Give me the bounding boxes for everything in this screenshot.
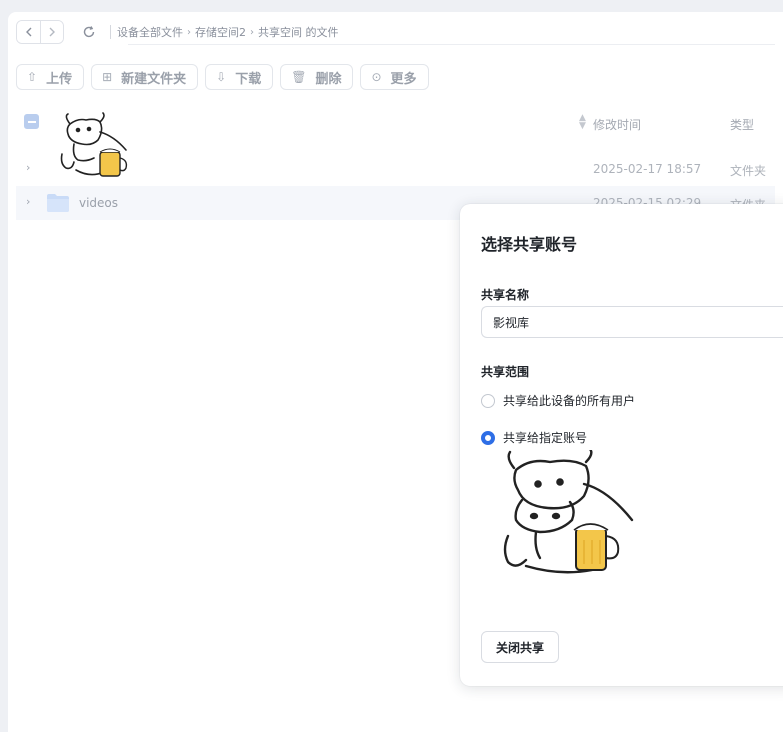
more-icon: ⊙ (371, 70, 382, 84)
breadcrumb-item-all[interactable]: 设备全部文件 (117, 24, 183, 40)
sort-icon[interactable]: ▲ ▼ (579, 114, 586, 131)
column-header-type[interactable]: 类型 (730, 116, 754, 133)
file-mtime: 2025-02-17 18:57 (593, 162, 702, 176)
download-button[interactable]: ⇩ 下载 (205, 64, 274, 90)
radio-option-all-users[interactable]: 共享给此设备的所有用户 (481, 392, 635, 409)
upload-icon: ⇧ (27, 70, 38, 84)
close-share-button[interactable]: 关闭共享 (481, 631, 560, 663)
download-icon: ⇩ (216, 70, 227, 84)
new-folder-label: 新建文件夹 (121, 71, 187, 87)
chevron-left-icon (25, 27, 31, 37)
column-header-mtime[interactable]: 修改时间 (593, 116, 641, 133)
delete-button[interactable]: 🗑 删除 (280, 64, 354, 90)
breadcrumb-item-current[interactable]: 共享空间 的文件 (258, 24, 339, 40)
radio-option-specific-account[interactable]: 共享给指定账号 (481, 429, 587, 446)
expand-chevron-icon[interactable]: › (26, 195, 30, 208)
share-account-dialog: 选择共享账号 共享名称 共享范围 共享给此设备的所有用户 共享给指定账号 (460, 204, 783, 686)
file-name: videos (79, 196, 119, 210)
folder-icon (47, 194, 69, 212)
file-type: 文件夹 (730, 164, 767, 178)
new-folder-icon: ⊞ (102, 70, 113, 84)
breadcrumb-arrow-icon: › (250, 26, 254, 38)
history-nav (16, 20, 64, 44)
download-label: 下载 (235, 71, 262, 87)
select-all-checkbox[interactable] (24, 114, 39, 129)
dialog-title: 选择共享账号 (481, 235, 578, 254)
breadcrumb-item-storage[interactable]: 存储空间2 (195, 24, 246, 40)
delete-label: 删除 (315, 71, 342, 87)
more-label: 更多 (390, 71, 417, 87)
option-all-users-label: 共享给此设备的所有用户 (503, 394, 636, 408)
toolbar: ⇧ 上传 ⊞ 新建文件夹 ⇩ 下载 🗑 删除 ⊙ 更多 (16, 64, 429, 90)
breadcrumb-arrow-icon: › (187, 26, 191, 38)
upload-button[interactable]: ⇧ 上传 (16, 64, 85, 90)
option-specific-label: 共享给指定账号 (503, 431, 588, 445)
breadcrumb-underline (128, 44, 775, 45)
more-button[interactable]: ⊙ 更多 (360, 64, 429, 90)
cow-sticker-image (60, 112, 128, 177)
refresh-button[interactable] (78, 21, 100, 43)
share-name-label: 共享名称 (481, 288, 530, 302)
cow-sticker-image (503, 450, 634, 574)
refresh-icon (83, 26, 95, 38)
radio-unchecked-icon[interactable] (481, 393, 495, 408)
expand-chevron-icon[interactable]: › (26, 161, 30, 174)
share-scope-label: 共享范围 (481, 365, 530, 379)
upload-label: 上传 (46, 71, 73, 87)
nav-divider (110, 25, 111, 39)
back-button[interactable] (17, 21, 40, 43)
radio-checked-icon[interactable] (481, 430, 495, 445)
share-name-input[interactable] (481, 306, 783, 338)
breadcrumb: 设备全部文件 › 存储空间2 › 共享空间 的文件 (117, 24, 339, 40)
nav-bar: 设备全部文件 › 存储空间2 › 共享空间 的文件 (16, 20, 339, 44)
forward-button[interactable] (40, 21, 63, 43)
trash-icon: 🗑 (291, 70, 307, 84)
new-folder-button[interactable]: ⊞ 新建文件夹 (91, 64, 199, 90)
chevron-right-icon (49, 27, 55, 37)
